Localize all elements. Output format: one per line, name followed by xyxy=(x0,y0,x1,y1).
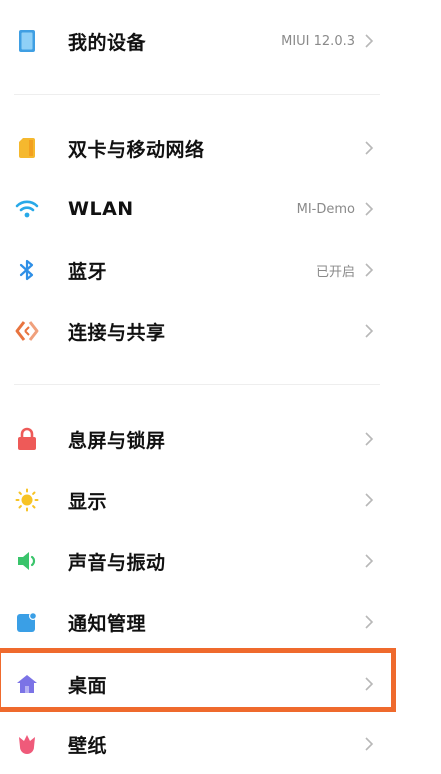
settings-item-display[interactable]: 显示 xyxy=(0,470,441,530)
notification-icon xyxy=(14,609,40,635)
chevron-right-icon xyxy=(359,260,379,280)
sun-icon xyxy=(14,487,40,513)
settings-item-label: 双卡与移动网络 xyxy=(68,138,205,161)
settings-item-sim[interactable]: 双卡与移动网络 xyxy=(0,118,441,178)
settings-item-lock-screen[interactable]: 息屏与锁屏 xyxy=(0,409,441,469)
chevron-right-icon xyxy=(359,734,379,754)
settings-item-label: 壁纸 xyxy=(68,734,108,757)
section-divider xyxy=(14,94,380,95)
section-divider xyxy=(14,384,380,385)
settings-item-label: 显示 xyxy=(68,490,108,513)
settings-list: 我的设备 MIUI 12.0.3 双卡与移动网络 WLAN MI-Demo 蓝牙… xyxy=(0,0,441,757)
settings-item-bluetooth[interactable]: 蓝牙 已开启 xyxy=(0,240,441,300)
speaker-icon xyxy=(14,548,40,574)
settings-item-label: 蓝牙 xyxy=(68,260,108,283)
chevron-right-icon xyxy=(359,31,379,51)
settings-item-my-device[interactable]: 我的设备 MIUI 12.0.3 xyxy=(0,11,441,71)
chevron-right-icon xyxy=(359,199,379,219)
settings-item-label: WLAN xyxy=(68,198,134,220)
settings-item-value: 已开启 xyxy=(315,264,355,280)
settings-item-home-screen[interactable]: 桌面 xyxy=(0,654,441,714)
settings-item-value: MIUI 12.0.3 xyxy=(281,33,355,49)
chevron-right-icon xyxy=(359,321,379,341)
chevron-right-icon xyxy=(359,612,379,632)
settings-item-label: 声音与振动 xyxy=(68,551,166,574)
home-icon xyxy=(14,671,40,697)
wifi-icon xyxy=(14,196,40,222)
device-icon xyxy=(14,28,40,54)
settings-item-label: 桌面 xyxy=(68,674,108,697)
settings-item-sound[interactable]: 声音与振动 xyxy=(0,531,441,591)
bluetooth-icon xyxy=(14,257,40,283)
settings-item-label: 通知管理 xyxy=(68,612,147,635)
settings-item-wlan[interactable]: WLAN MI-Demo xyxy=(0,179,441,239)
lock-icon xyxy=(14,426,40,452)
settings-item-label: 息屏与锁屏 xyxy=(68,429,166,452)
chevron-right-icon xyxy=(359,674,379,694)
chevron-right-icon xyxy=(359,138,379,158)
wallpaper-icon xyxy=(14,731,40,757)
chevron-right-icon xyxy=(359,490,379,510)
settings-item-value: MI-Demo xyxy=(296,201,355,217)
share-icon xyxy=(14,318,40,344)
settings-item-connection-sharing[interactable]: 连接与共享 xyxy=(0,301,441,361)
settings-item-notifications[interactable]: 通知管理 xyxy=(0,592,441,652)
settings-item-wallpaper[interactable]: 壁纸 xyxy=(0,714,441,774)
settings-item-label: 连接与共享 xyxy=(68,321,166,344)
settings-item-label: 我的设备 xyxy=(68,31,147,54)
sim-card-icon xyxy=(14,135,40,161)
chevron-right-icon xyxy=(359,551,379,571)
chevron-right-icon xyxy=(359,429,379,449)
